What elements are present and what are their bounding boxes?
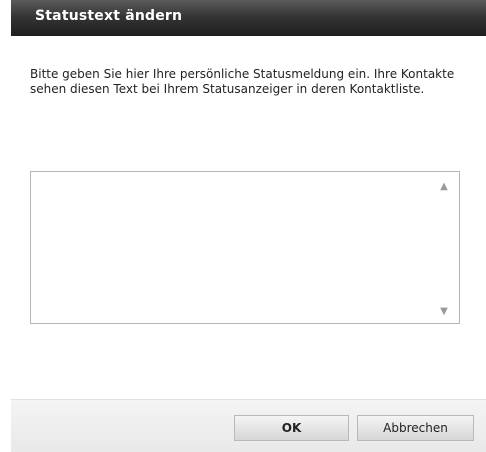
- dialog-message: Bitte geben Sie hier Ihre persönliche St…: [30, 67, 455, 96]
- status-text-box: ▲ ▼: [30, 171, 460, 324]
- textarea-scrollbar[interactable]: ▲ ▼: [429, 172, 459, 323]
- ok-button[interactable]: OK: [234, 415, 349, 441]
- dialog-title: Statustext ändern: [35, 8, 183, 24]
- scroll-down-icon[interactable]: ▼: [437, 305, 451, 319]
- cancel-button[interactable]: Abbrechen: [357, 415, 474, 441]
- status-text-input[interactable]: [31, 172, 429, 323]
- status-dialog: Statustext ändern Bitte geben Sie hier I…: [11, 0, 486, 452]
- scroll-up-icon[interactable]: ▲: [437, 180, 451, 194]
- dialog-footer: OK Abbrechen: [11, 399, 486, 452]
- dialog-titlebar: Statustext ändern: [11, 0, 486, 36]
